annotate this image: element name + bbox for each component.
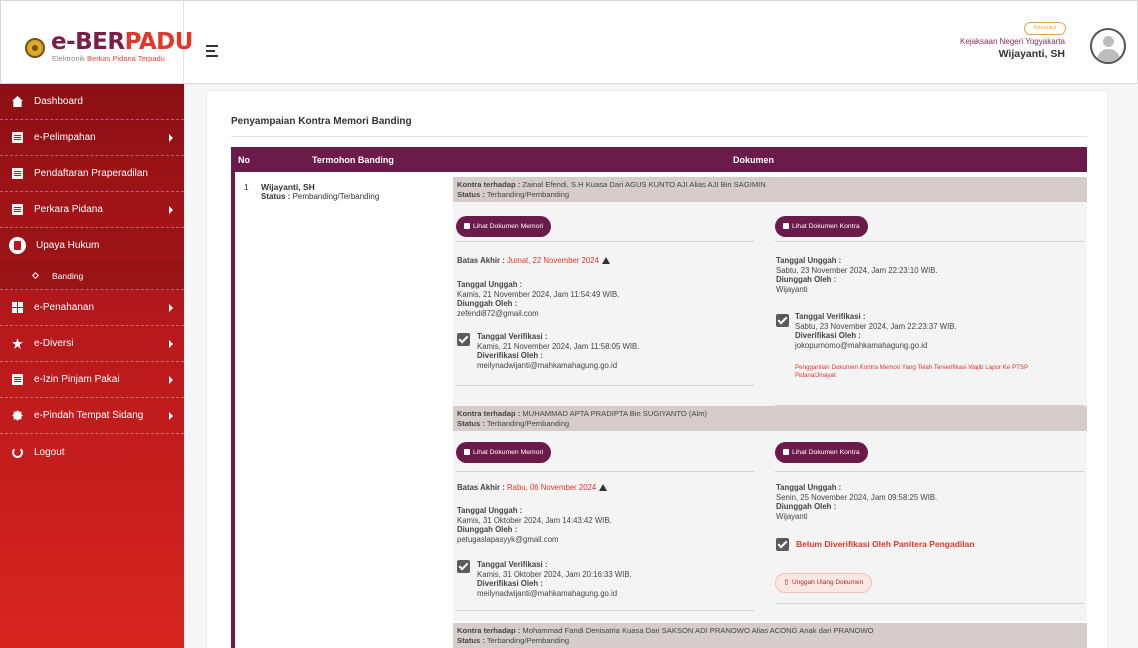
document-icon	[12, 132, 23, 143]
app-subtitle: Elektronik Berkas Pidana Terpadu	[52, 54, 165, 63]
caret-right-icon	[169, 339, 173, 348]
column-header-termohon: Termohon Banding	[312, 155, 394, 165]
sidebar-item-e-izin-pinjam-pakai[interactable]: e-Izin Pinjam Pakai	[0, 362, 184, 398]
home-icon	[12, 96, 23, 107]
sidebar-item-e-pelimpahan[interactable]: e-Pelimpahan	[0, 120, 184, 156]
divider	[456, 385, 754, 386]
role-badge: Penuntut	[1024, 22, 1066, 35]
termohon-status: Status : Pembanding/Terbanding	[261, 192, 380, 201]
kontra-verifikasi: Tanggal Verifikasi : Sabtu, 23 November 2…	[795, 312, 957, 350]
lihat-dokumen-kontra-button[interactable]: Lihat Dokumen Kontra	[775, 442, 868, 463]
sidebar-item-pendaftaran-praperadilan[interactable]: Pendaftaran Praperadilan	[0, 156, 184, 192]
caret-right-icon	[169, 411, 173, 420]
column-header-no: No	[238, 155, 250, 165]
lihat-dokumen-memori-button[interactable]: Lihat Dokumen Memori	[456, 216, 552, 237]
divider	[775, 603, 1084, 604]
diamond-icon	[31, 271, 40, 280]
sidebar: Dashboard e-Pelimpahan Pendaftaran Prape…	[0, 84, 184, 648]
kontra-header-2: Kontra terhadap : MUHAMMAD APTA PRADIPTA…	[453, 406, 1087, 431]
memori-tanggal-unggah: Tanggal Unggah : Kamis, 21 November 2024,…	[457, 280, 620, 318]
divider	[456, 610, 754, 611]
page-title: Penyampaian Kontra Memori Banding	[231, 116, 412, 127]
user-instansi: Kejaksaan Negeri Yogyakarta	[960, 37, 1065, 46]
star-icon	[12, 338, 23, 349]
divider	[775, 471, 1084, 472]
lihat-dokumen-kontra-button[interactable]: Lihat Dokumen Kontra	[775, 216, 868, 237]
warning-icon	[599, 484, 608, 491]
caret-right-icon	[169, 133, 173, 142]
kejaksaan-emblem-icon	[25, 38, 45, 58]
batas-akhir: Batas Akhir : Rabu, 06 November 2024	[457, 483, 608, 493]
caret-right-icon	[169, 303, 173, 312]
user-name[interactable]: Wijayanti, SH	[999, 48, 1065, 60]
app-title: e-BERPADU	[51, 29, 193, 55]
envelope-icon	[12, 204, 23, 215]
warning-icon	[601, 257, 610, 264]
caret-right-icon	[169, 205, 173, 214]
gear-icon	[12, 410, 23, 421]
kontra-header-3: Kontra terhadap : Mohammad Fandi Denisat…	[453, 623, 1087, 648]
sidebar-item-e-diversi[interactable]: e-Diversi	[0, 326, 184, 362]
sidebar-item-perkara-pidana[interactable]: Perkara Pidana	[0, 192, 184, 228]
grid-icon	[12, 302, 23, 313]
divider	[456, 241, 754, 242]
sidebar-item-dashboard[interactable]: Dashboard	[0, 84, 184, 120]
memori-verifikasi: Tanggal Verifikasi : Kamis, 31 Oktober 20…	[477, 560, 632, 598]
termohon-name: Wijayanti, SH	[261, 182, 315, 192]
check-icon	[776, 538, 789, 551]
lihat-dokumen-memori-button[interactable]: Lihat Dokumen Memori	[456, 442, 552, 463]
table-header: No Termohon Banding Dokumen	[231, 147, 1087, 172]
check-icon	[776, 314, 789, 327]
belum-diverifikasi-status: Belum Diverifikasi Oleh Panitera Pengadi…	[796, 539, 975, 549]
sidebar-item-upaya-hukum[interactable]: Upaya Hukum	[0, 228, 184, 262]
caret-right-icon	[169, 375, 173, 384]
unggah-ulang-dokumen-button[interactable]: Unggah Ulang Dokumen	[775, 573, 873, 593]
batas-akhir: Batas Akhir : Jumat, 22 November 2024	[457, 256, 610, 266]
row-number: 1	[244, 182, 249, 192]
menu-toggle-icon[interactable]	[206, 45, 218, 60]
column-header-dokumen: Dokumen	[733, 155, 775, 165]
memori-verifikasi: Tanggal Verifikasi : Kamis, 21 November 2…	[477, 332, 640, 370]
kontra-tanggal-unggah: Tanggal Unggah : Sabtu, 23 November 2024,…	[776, 256, 938, 294]
sidebar-subitem-banding[interactable]: Banding	[0, 262, 184, 290]
sidebar-item-logout[interactable]: Logout	[0, 434, 184, 470]
sidebar-item-e-pindah-tempat-sidang[interactable]: e-Pindah Tempat Sidang	[0, 398, 184, 434]
kontra-tanggal-unggah: Tanggal Unggah : Senin, 25 November 2024,…	[776, 483, 938, 521]
kontra-header-1: Kontra terhadap : Zainal Efendi, S.H Kua…	[453, 177, 1087, 202]
document-icon	[12, 168, 23, 179]
power-icon	[12, 446, 23, 458]
user-avatar-icon[interactable]	[1090, 28, 1126, 64]
title-divider	[231, 136, 1087, 137]
row-accent-bar	[231, 172, 235, 648]
brand-logo[interactable]: e-BERPADU Elektronik Berkas Pidana Terpa…	[0, 0, 193, 84]
divider	[456, 471, 754, 472]
memori-tanggal-unggah: Tanggal Unggah : Kamis, 31 Oktober 2024, …	[457, 506, 612, 544]
penggantian-note: Penggantian Dokumen Kontra Memori Yang T…	[795, 364, 1029, 379]
check-icon	[457, 560, 470, 573]
check-icon	[457, 333, 470, 346]
document-icon	[9, 236, 26, 254]
divider	[775, 241, 1084, 242]
envelope-icon	[12, 374, 23, 385]
sidebar-item-e-penahanan[interactable]: e-Penahanan	[0, 290, 184, 326]
